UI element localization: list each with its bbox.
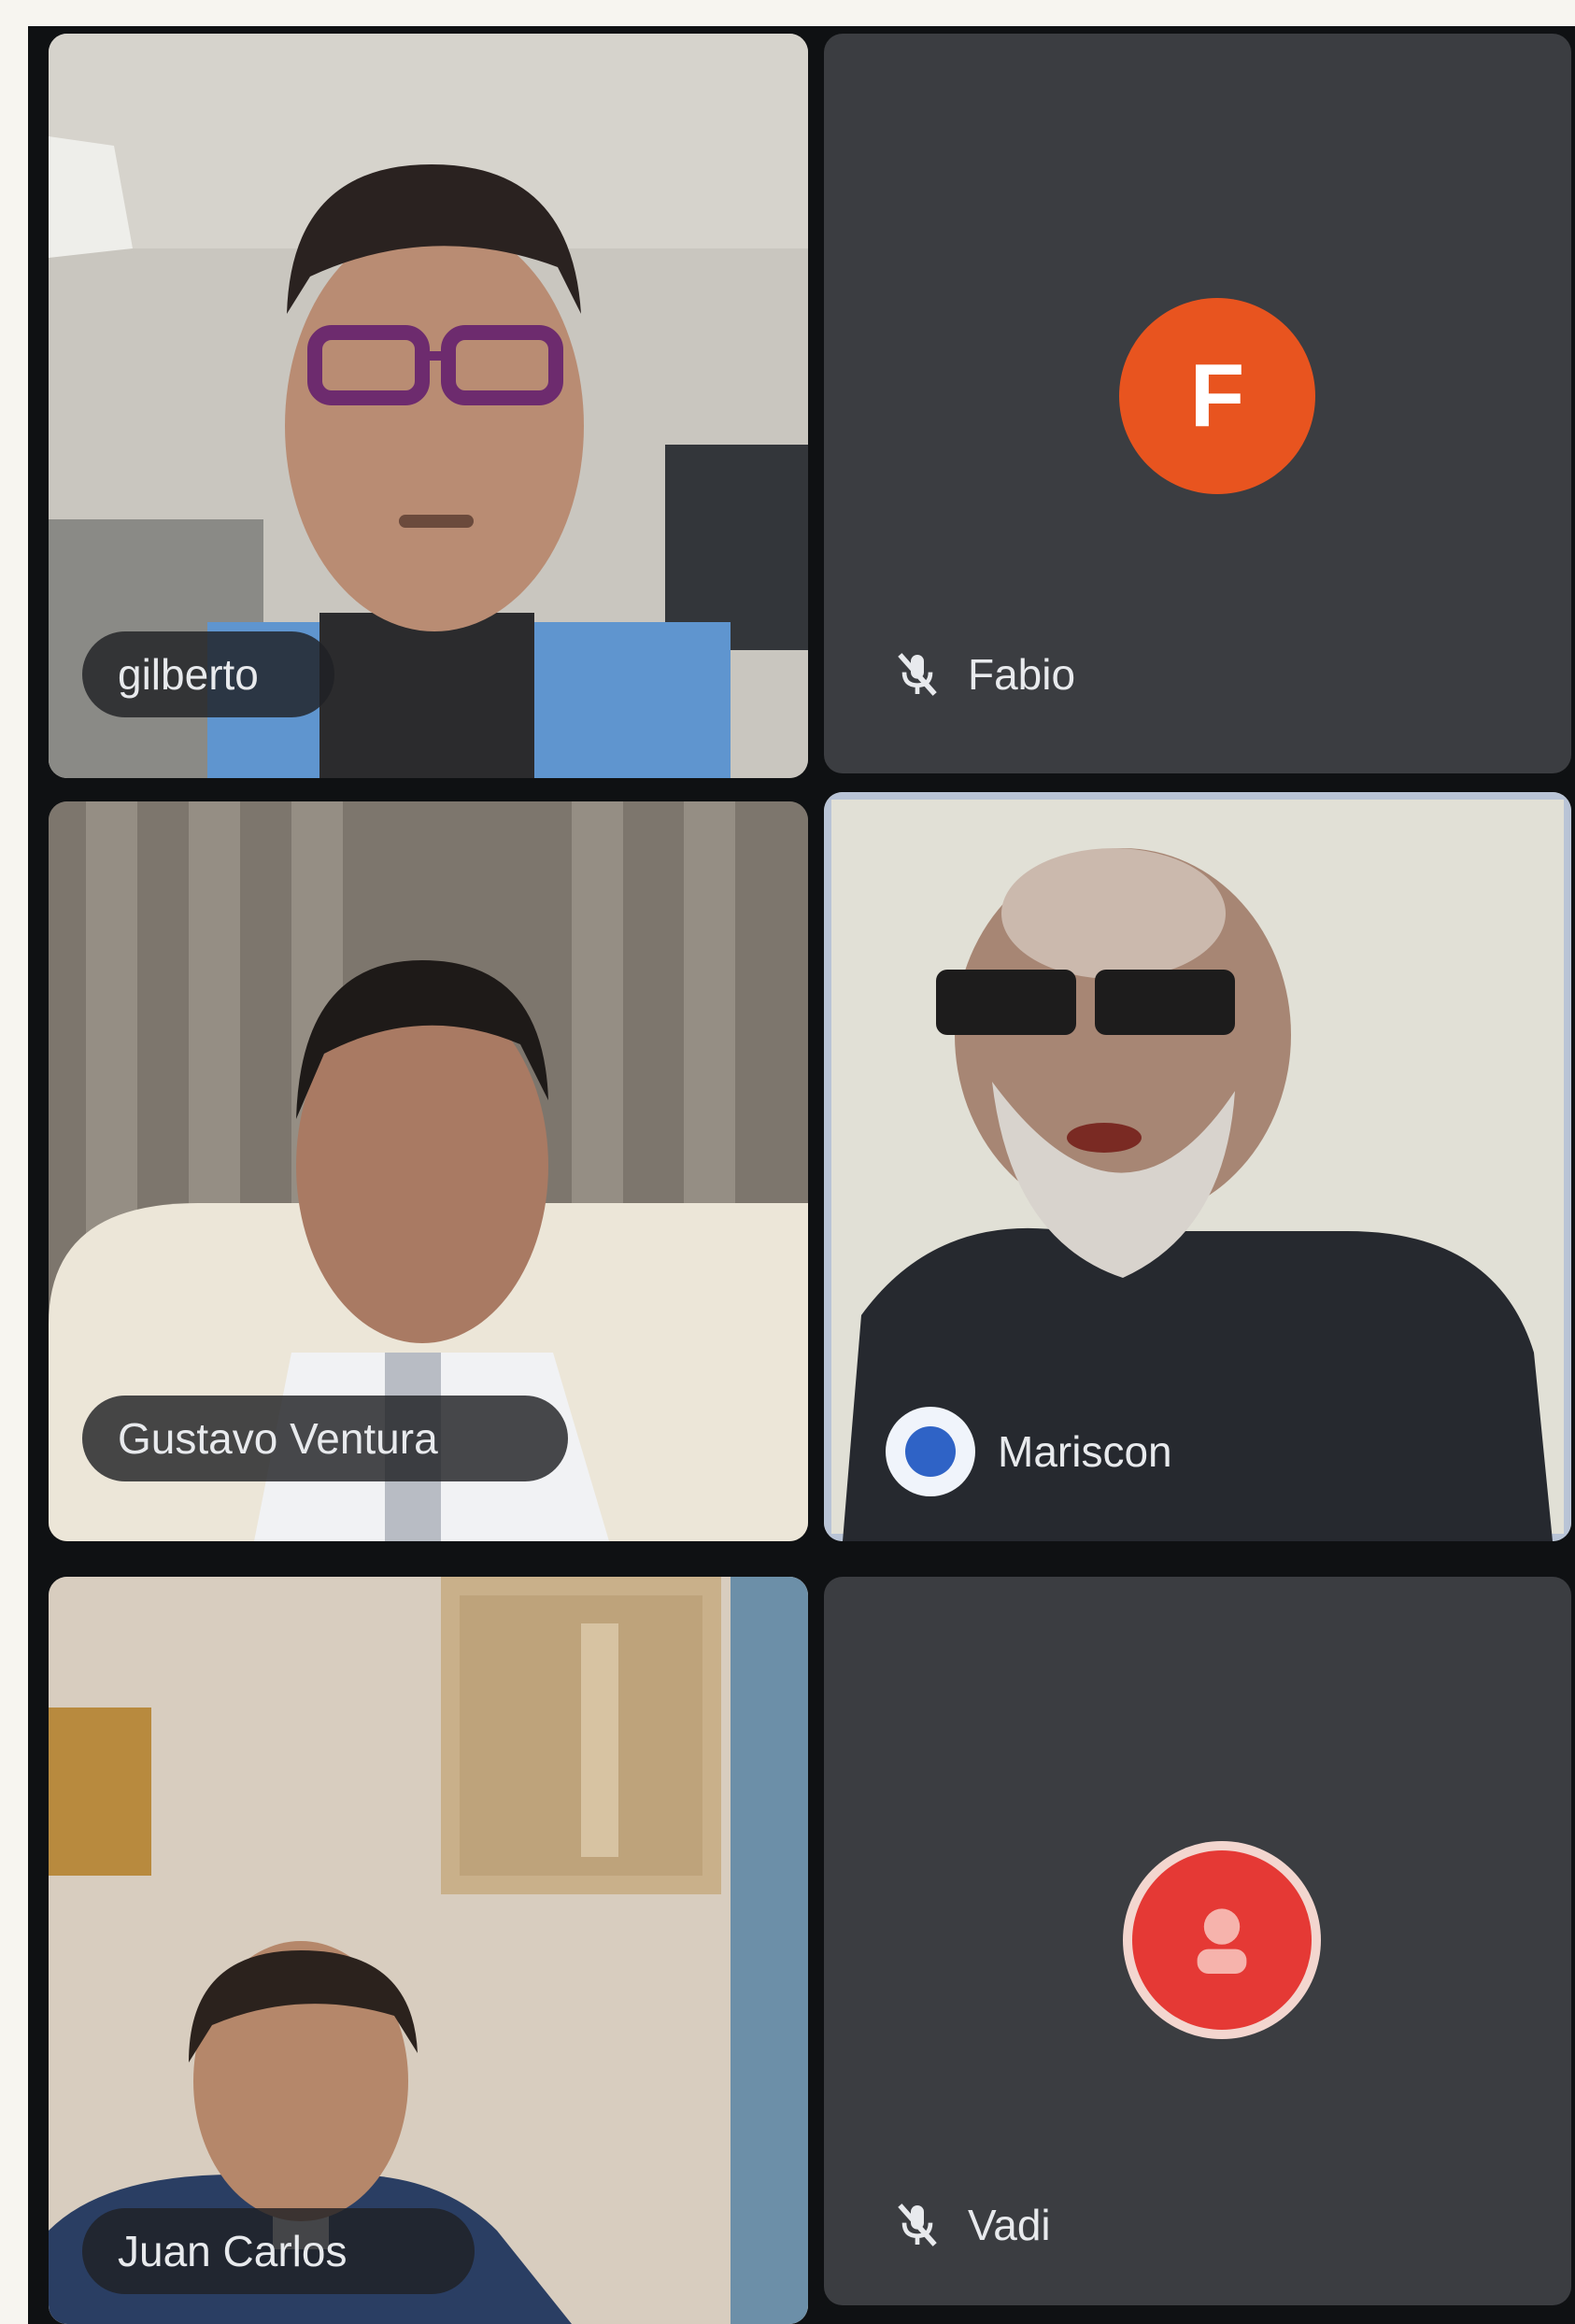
participant-tile-fabio[interactable]: F Fabio [824, 34, 1571, 773]
participant-name: Juan Carlos [118, 2227, 348, 2275]
participant-name: Gustavo Ventura [118, 1414, 438, 1463]
participant-tile-vadi[interactable]: Vadi [824, 1577, 1571, 2305]
profile-picture-icon [1197, 1908, 1247, 1974]
participant-name-label: Mariscon [850, 1407, 1242, 1496]
avatar: F [1119, 298, 1315, 494]
avatar [1132, 1850, 1312, 2030]
mic-off-icon [891, 2199, 944, 2251]
participant-name: Vadi [968, 2201, 1051, 2249]
participant-name-label: Gustavo Ventura [82, 1396, 568, 1481]
meeting-grid: gilberto F Fabio Gustavo Ventura Marisco… [28, 26, 1575, 2324]
participant-name: Mariscon [998, 1427, 1172, 1476]
participant-tile-mariscon[interactable]: Mariscon [824, 792, 1571, 1541]
participant-name-label: Vadi [856, 2182, 1173, 2268]
speaking-indicator-icon [886, 1407, 975, 1496]
mic-off-icon [891, 648, 944, 701]
participant-name: Fabio [968, 650, 1076, 699]
participant-name-label: Fabio [856, 631, 1192, 717]
participant-tile-gilberto[interactable]: gilberto [49, 34, 808, 778]
participant-tile-gustavo-ventura[interactable]: Gustavo Ventura [49, 801, 808, 1541]
participant-name-label: Juan Carlos [82, 2208, 475, 2294]
participant-tile-juan-carlos[interactable]: Juan Carlos [49, 1577, 808, 2324]
participant-name-label: gilberto [82, 631, 334, 717]
participant-name: gilberto [118, 650, 259, 699]
